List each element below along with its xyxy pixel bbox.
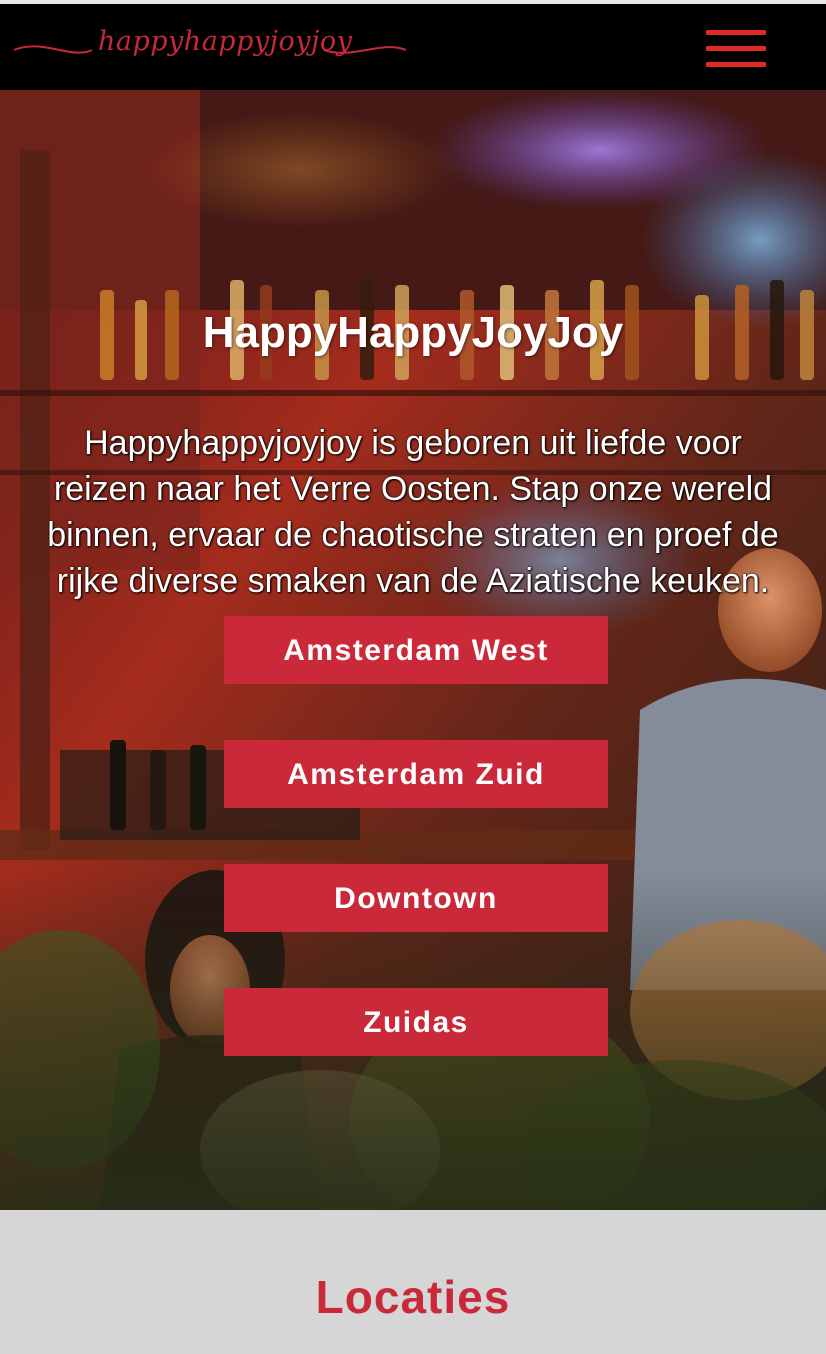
- site-header: happyhappyjoyjoy: [0, 4, 826, 90]
- hero-title: HappyHappyJoyJoy: [202, 308, 624, 357]
- location-button-zuidas[interactable]: Zuidas: [224, 988, 608, 1056]
- location-button-downtown[interactable]: Downtown: [224, 864, 608, 932]
- hero-section: HappyHappyJoyJoy Happyhappyjoyjoy is geb…: [0, 90, 826, 1210]
- hamburger-icon[interactable]: [704, 28, 766, 70]
- hero-description: Happyhappyjoyjoy is geboren uit liefde v…: [47, 424, 779, 600]
- location-button-amsterdam-zuid[interactable]: Amsterdam Zuid: [224, 740, 608, 808]
- logo-text: happyhappyjoyjoy: [98, 26, 353, 57]
- menu-bar: [706, 62, 766, 67]
- location-button-amsterdam-west[interactable]: Amsterdam West: [224, 616, 608, 684]
- menu-bar: [706, 46, 766, 51]
- menu-bar: [706, 30, 766, 35]
- section-title-locaties: Locaties: [315, 1271, 511, 1323]
- logo[interactable]: happyhappyjoyjoy: [12, 20, 412, 70]
